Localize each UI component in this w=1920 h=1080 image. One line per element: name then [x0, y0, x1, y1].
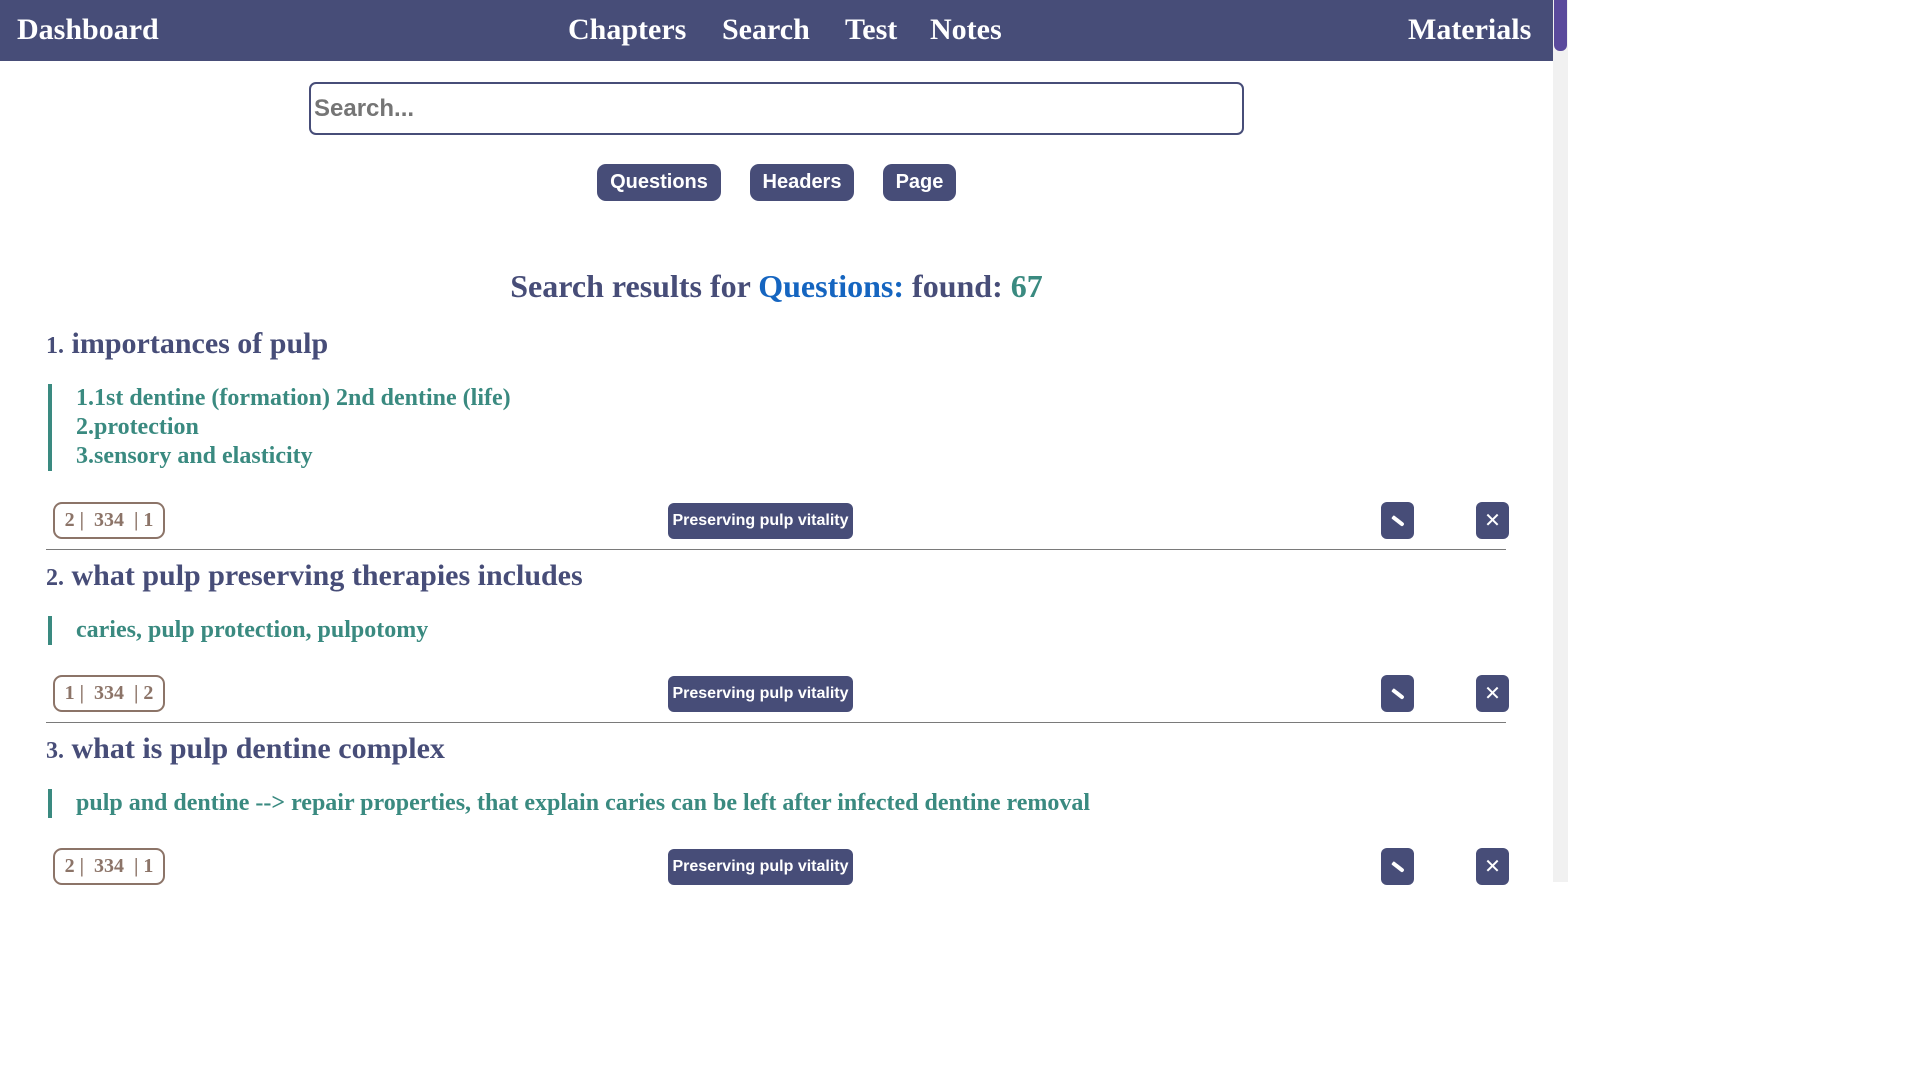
delete-button[interactable]: ✕: [1476, 502, 1509, 539]
edit-button[interactable]: [1381, 848, 1414, 885]
results-count: 67: [1010, 268, 1043, 304]
results-found-label: found:: [912, 268, 1003, 304]
filter-page-button[interactable]: Page: [883, 164, 956, 201]
question-title-row: 3. what is pulp dentine complex: [46, 731, 445, 769]
divider: [46, 549, 1506, 550]
question-answer: caries, pulp protection, pulpotomy: [48, 616, 428, 645]
edit-button[interactable]: [1381, 675, 1414, 712]
scrollbar-thumb[interactable]: [1554, 0, 1567, 51]
results-heading: Search results for Questions: found: 67: [0, 266, 1553, 306]
question-meta: 2 | 334 | 1: [53, 502, 165, 539]
question-answer: 1.1st dentine (formation) 2nd dentine (l…: [48, 384, 511, 471]
question-title: what pulp preserving therapies includes: [71, 559, 583, 592]
question-meta: 2 | 334 | 1: [53, 848, 165, 885]
divider: [46, 722, 1506, 723]
nav-search[interactable]: Search: [722, 12, 810, 48]
question-title-row: 2. what pulp preserving therapies includ…: [46, 558, 583, 596]
question-number: 3.: [46, 738, 64, 764]
nav-notes[interactable]: Notes: [930, 12, 1002, 48]
nav-chapters[interactable]: Chapters: [568, 12, 686, 48]
filter-headers-button[interactable]: Headers: [750, 164, 854, 201]
question-title: importances of pulp: [71, 327, 329, 360]
answer-line: 1.1st dentine (formation) 2nd dentine (l…: [76, 385, 511, 411]
pencil-icon: [1391, 861, 1405, 873]
nav-dashboard[interactable]: Dashboard: [17, 12, 159, 48]
pencil-icon: [1391, 688, 1405, 700]
topic-tag[interactable]: Preserving pulp vitality: [668, 849, 853, 885]
question-title: what is pulp dentine complex: [71, 732, 445, 765]
close-icon: ✕: [1484, 508, 1501, 532]
page-scrollbar[interactable]: [1553, 0, 1568, 882]
topic-tag[interactable]: Preserving pulp vitality: [668, 503, 853, 539]
close-icon: ✕: [1484, 854, 1501, 878]
answer-line: 2.protection: [76, 414, 199, 440]
delete-button[interactable]: ✕: [1476, 848, 1509, 885]
nav-materials[interactable]: Materials: [1408, 12, 1531, 48]
top-navbar: Dashboard Chapters Search Test Notes Mat…: [0, 0, 1553, 61]
pencil-icon: [1391, 515, 1405, 527]
filter-questions-button[interactable]: Questions: [597, 164, 721, 201]
search-input[interactable]: [309, 82, 1244, 135]
nav-test[interactable]: Test: [845, 12, 897, 48]
topic-tag[interactable]: Preserving pulp vitality: [668, 676, 853, 712]
answer-line: pulp and dentine --> repair properties, …: [76, 790, 1091, 816]
answer-line: caries, pulp protection, pulpotomy: [76, 617, 429, 643]
results-type: Questions:: [758, 268, 905, 304]
results-prefix: Search results for: [510, 268, 751, 304]
question-meta: 1 | 334 | 2: [53, 675, 165, 712]
question-number: 2.: [46, 565, 64, 591]
question-number: 1.: [46, 333, 64, 359]
question-title-row: 1. importances of pulp: [46, 326, 328, 364]
question-answer: pulp and dentine --> repair properties, …: [48, 789, 1090, 818]
answer-line: 3.sensory and elasticity: [76, 443, 313, 469]
delete-button[interactable]: ✕: [1476, 675, 1509, 712]
edit-button[interactable]: [1381, 502, 1414, 539]
close-icon: ✕: [1484, 681, 1501, 705]
